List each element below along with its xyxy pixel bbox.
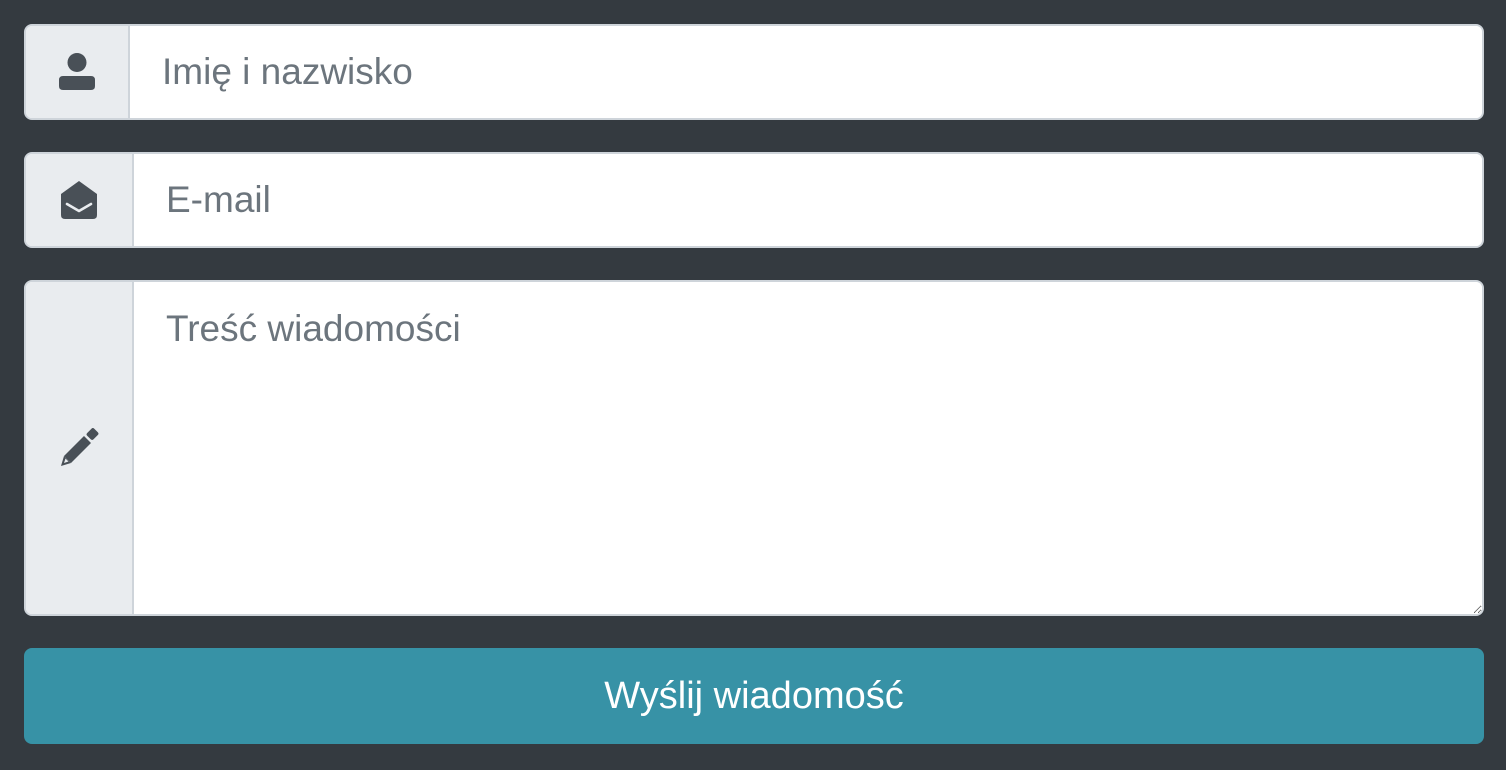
message-textarea[interactable]	[134, 282, 1482, 614]
name-input-group	[24, 24, 1484, 120]
message-input-group	[24, 280, 1484, 616]
user-icon	[59, 52, 95, 92]
pencil-icon	[58, 427, 100, 469]
email-input-group	[24, 152, 1484, 248]
email-input[interactable]	[134, 154, 1482, 246]
message-addon	[26, 282, 134, 614]
send-message-button[interactable]: Wyślij wiadomość	[24, 648, 1484, 744]
name-input[interactable]	[130, 26, 1482, 118]
envelope-open-icon	[59, 180, 99, 220]
name-addon	[26, 26, 130, 118]
contact-form: Wyślij wiadomość	[24, 24, 1484, 744]
email-addon	[26, 154, 134, 246]
